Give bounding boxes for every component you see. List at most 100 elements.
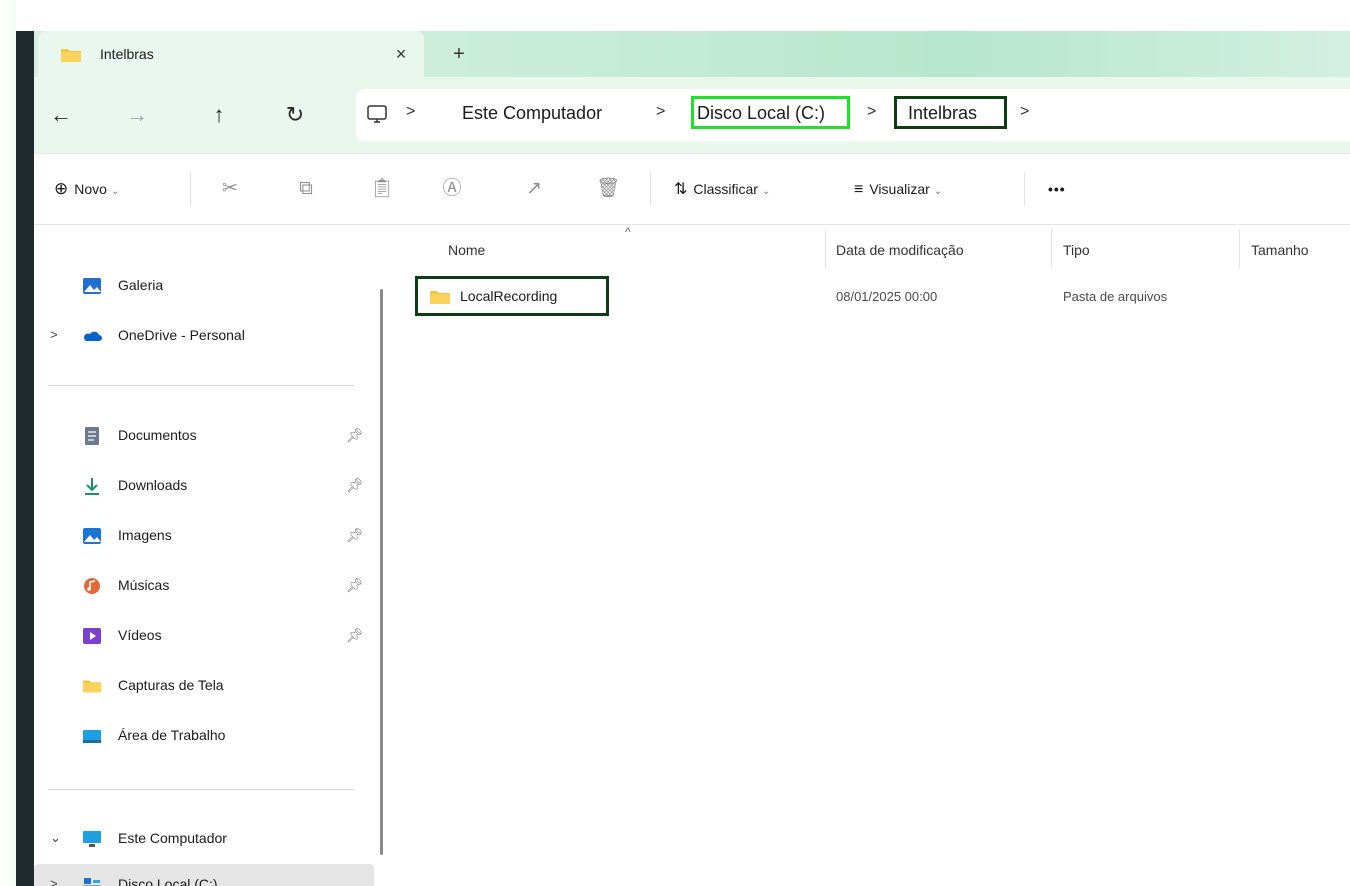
- navigation-pane: Galeria > OneDrive - Personal Documentos…: [34, 225, 383, 886]
- sidebar-item-gallery[interactable]: Galeria: [34, 266, 374, 306]
- chevron-right-icon[interactable]: >: [50, 876, 58, 886]
- sort-button[interactable]: ⇅ Classificar ⌄: [674, 178, 770, 203]
- column-header-size[interactable]: Tamanho: [1251, 242, 1309, 258]
- desktop-left-margin: [0, 0, 16, 886]
- file-type: Pasta de arquivos: [1063, 289, 1168, 304]
- command-bar: ⊕ Novo ⌄ ✂ ⧉ 📋︎ Ⓐ ↗ 🗑︎ ⇅ Classificar ⌄ ≡ Visu…: [34, 153, 1350, 225]
- column-divider[interactable]: [1051, 229, 1052, 269]
- sidebar-item-videos[interactable]: Vídeos 📌︎: [34, 616, 374, 656]
- chevron-down-icon: ⌄: [761, 186, 771, 197]
- folder-icon: [430, 291, 450, 304]
- music-icon: [84, 578, 100, 594]
- sidebar-item-imagens[interactable]: Imagens 📌︎: [34, 516, 374, 556]
- sort-ascending-icon: ^: [625, 225, 631, 239]
- sidebar-item-label: Disco Local (C:): [118, 876, 218, 886]
- sidebar-scrollbar[interactable]: [380, 289, 383, 855]
- documents-icon: [85, 427, 99, 445]
- paste-icon[interactable]: 📋︎: [368, 176, 396, 202]
- computer-icon: [83, 831, 101, 847]
- breadcrumb-separator: >: [1020, 103, 1030, 120]
- file-name: LocalRecording: [460, 288, 558, 304]
- column-header-date[interactable]: Data de modificação: [836, 242, 964, 258]
- pin-icon[interactable]: 📌︎: [346, 527, 364, 544]
- more-options-button[interactable]: •••: [1048, 178, 1066, 200]
- chevron-down-icon: ⌄: [110, 186, 120, 197]
- new-button[interactable]: ⊕ Novo ⌄: [54, 178, 119, 203]
- file-list: ^ Nome Data de modificação Tipo Tamanho …: [394, 225, 1350, 886]
- pin-icon[interactable]: 📌︎: [346, 477, 364, 494]
- sidebar-item-label: Vídeos: [118, 627, 162, 643]
- column-header-type[interactable]: Tipo: [1063, 242, 1090, 258]
- pin-icon[interactable]: 📌︎: [346, 427, 364, 444]
- copy-icon[interactable]: ⧉: [292, 176, 320, 202]
- view-label: Visualizar: [869, 181, 930, 197]
- new-label: Novo: [74, 181, 107, 197]
- computer-icon: [367, 105, 387, 123]
- forward-button[interactable]: →: [122, 101, 152, 129]
- rename-icon[interactable]: Ⓐ: [438, 176, 466, 202]
- add-circle-icon: ⊕: [54, 179, 69, 198]
- videos-icon: [83, 628, 101, 644]
- delete-icon[interactable]: 🗑︎: [594, 176, 622, 202]
- tab-title: Intelbras: [100, 46, 154, 62]
- pin-icon[interactable]: 📌︎: [346, 577, 364, 594]
- onedrive-cloud-icon: [83, 331, 102, 341]
- sidebar-item-label: Capturas de Tela: [118, 677, 224, 693]
- sidebar-item-onedrive[interactable]: > OneDrive - Personal: [34, 316, 374, 356]
- desktop-icon: [83, 730, 101, 743]
- tab-intelbras[interactable]: Intelbras ×: [38, 31, 424, 77]
- close-tab-icon[interactable]: ×: [388, 41, 414, 67]
- breadcrumb-disco-local[interactable]: Disco Local (C:): [697, 101, 825, 125]
- sidebar-item-label: Músicas: [118, 577, 170, 593]
- refresh-button[interactable]: ↻: [280, 101, 310, 129]
- breadcrumb-separator: >: [867, 103, 877, 120]
- view-button[interactable]: ≡ Visualizar ⌄: [854, 178, 942, 203]
- sidebar-item-label: OneDrive - Personal: [118, 327, 245, 343]
- divider: [650, 172, 651, 206]
- sort-icon: ⇅: [674, 181, 688, 198]
- sidebar-item-label: Documentos: [118, 427, 197, 443]
- divider: [1024, 172, 1025, 206]
- sidebar-item-label: Imagens: [118, 527, 172, 543]
- address-bar[interactable]: > Este Computador > Disco Local (C:) > I…: [356, 89, 1350, 141]
- folder-icon: [82, 680, 102, 693]
- tab-bar: Intelbras × +: [34, 31, 1350, 77]
- sidebar-item-disco-local[interactable]: > Disco Local (C:): [34, 864, 374, 886]
- cut-icon[interactable]: ✂: [216, 176, 244, 202]
- sidebar-item-label: Downloads: [118, 477, 188, 493]
- sidebar-item-label: Galeria: [118, 277, 164, 293]
- sidebar-item-capturas[interactable]: Capturas de Tela: [34, 666, 374, 706]
- chevron-right-icon[interactable]: >: [50, 327, 58, 342]
- sidebar-item-downloads[interactable]: Downloads 📌︎: [34, 466, 374, 506]
- up-button[interactable]: ↑: [204, 101, 234, 129]
- divider: [48, 789, 354, 790]
- sidebar-item-este-computador[interactable]: ⌄ Este Computador: [34, 819, 374, 859]
- breadcrumb-este-computador[interactable]: Este Computador: [462, 101, 602, 125]
- desktop-top-margin: [0, 0, 1350, 31]
- sidebar-item-label: Área de Trabalho: [118, 727, 226, 743]
- column-header-name[interactable]: Nome: [448, 242, 485, 258]
- sort-label: Classificar: [693, 181, 758, 197]
- sidebar-item-documentos[interactable]: Documentos 📌︎: [34, 416, 374, 456]
- download-icon: [85, 478, 99, 495]
- back-button[interactable]: ←: [46, 101, 76, 129]
- file-explorer-window: Intelbras × + ← → ↑ ↻ > Este Computador …: [34, 31, 1350, 886]
- drive-icon: [83, 878, 101, 886]
- sidebar-item-musicas[interactable]: Músicas 📌︎: [34, 566, 374, 606]
- new-tab-button[interactable]: +: [446, 41, 472, 67]
- address-row: ← → ↑ ↻ > Este Computador > Disco Local …: [34, 77, 1350, 153]
- breadcrumb-separator: >: [406, 103, 416, 120]
- file-date: 08/01/2025 00:00: [836, 289, 938, 304]
- column-divider[interactable]: [1239, 229, 1240, 269]
- breadcrumb-intelbras[interactable]: Intelbras: [908, 101, 977, 125]
- share-icon[interactable]: ↗: [520, 176, 548, 202]
- column-divider[interactable]: [825, 229, 826, 269]
- pin-icon[interactable]: 📌︎: [346, 627, 364, 644]
- view-lines-icon: ≡: [854, 181, 864, 198]
- folder-icon: [61, 49, 81, 62]
- divider: [48, 385, 354, 386]
- chevron-down-icon[interactable]: ⌄: [50, 830, 61, 846]
- breadcrumb-separator: >: [656, 103, 666, 120]
- sidebar-item-area-de-trabalho[interactable]: Área de Trabalho: [34, 716, 374, 756]
- sidebar-item-label: Este Computador: [118, 830, 227, 846]
